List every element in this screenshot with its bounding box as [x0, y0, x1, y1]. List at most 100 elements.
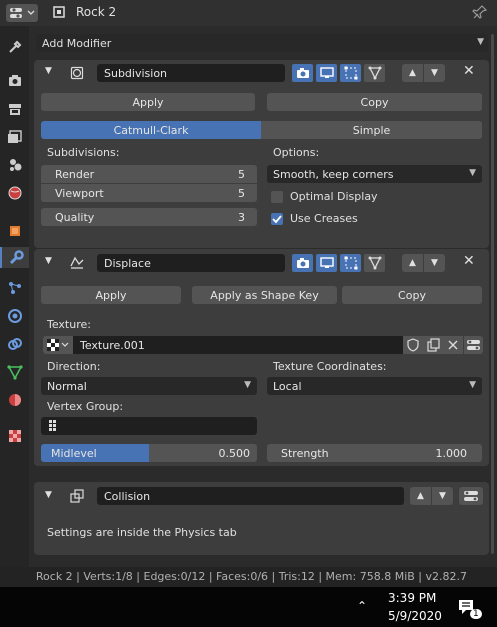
- tab-view-layer[interactable]: [4, 126, 25, 147]
- add-modifier-dropdown[interactable]: Add Modifier ▼: [36, 34, 488, 52]
- texture-properties-button[interactable]: [464, 336, 483, 354]
- strength-value: 1.000: [435, 447, 468, 460]
- arrow-down-icon: ▼: [431, 68, 438, 78]
- fake-user-button[interactable]: [403, 336, 423, 354]
- collision-settings-button[interactable]: [459, 487, 483, 505]
- physics-icon: [7, 308, 22, 323]
- subdivision-modifier-panel: ▼ Subdivision ▲ ▼ ✕ Apply Copy Catmull-C…: [34, 60, 489, 248]
- modifier-name-field[interactable]: Subdivision: [97, 64, 285, 82]
- clock-date[interactable]: 5/9/2020: [388, 609, 442, 623]
- material-icon: [8, 393, 21, 406]
- clock-time[interactable]: 3:39 PM: [388, 591, 436, 605]
- uv-smooth-dropdown[interactable]: Smooth, keep corners ▼: [267, 165, 482, 183]
- strength-field[interactable]: Strength 1.000: [267, 444, 482, 462]
- displace-modifier-icon: [70, 256, 84, 269]
- move-up-button[interactable]: ▲: [410, 487, 431, 505]
- tab-data[interactable]: [4, 361, 25, 382]
- tab-object[interactable]: [4, 220, 25, 241]
- apply-shape-key-label: Apply as Shape Key: [210, 288, 319, 302]
- modifier-name-field[interactable]: Displace: [97, 254, 285, 272]
- modifier-name-field[interactable]: Collision: [97, 487, 404, 505]
- checkmark-icon: [272, 215, 282, 224]
- quality-value: 3: [238, 211, 245, 224]
- apply-button[interactable]: Apply: [41, 286, 181, 304]
- object-name: Rock 2: [76, 5, 117, 19]
- tab-constraints[interactable]: [4, 333, 25, 354]
- show-in-editmode-toggle[interactable]: [340, 254, 361, 272]
- subdivision-modifier-icon: [70, 66, 84, 80]
- vertex-group-icon: [49, 420, 56, 431]
- tab-world[interactable]: [4, 182, 25, 203]
- pin-icon[interactable]: [472, 4, 488, 20]
- modifier-properties: Add Modifier ▼ ▼ Subdivision ▲ ▼ ✕ Apply…: [29, 26, 497, 567]
- show-hidden-icons-chevron-icon[interactable]: ⌃: [357, 599, 367, 613]
- direction-value: Normal: [47, 379, 87, 393]
- apply-as-shape-key-button[interactable]: Apply as Shape Key: [192, 286, 337, 304]
- tab-material[interactable]: [4, 389, 25, 410]
- show-in-render-toggle[interactable]: [292, 64, 313, 82]
- show-in-editmode-toggle[interactable]: [340, 64, 361, 82]
- texture-browse-button[interactable]: [43, 336, 73, 354]
- direction-label: Direction:: [47, 360, 101, 373]
- close-icon[interactable]: ✕: [463, 253, 475, 269]
- collapse-arrow-icon[interactable]: ▼: [45, 490, 52, 500]
- midlevel-value: 0.500: [218, 447, 251, 460]
- camera-icon: [296, 68, 309, 78]
- copy-button[interactable]: Copy: [342, 286, 482, 304]
- world-icon: [8, 186, 21, 199]
- render-levels-field[interactable]: Render 5: [41, 165, 257, 183]
- tab-output[interactable]: [4, 98, 25, 119]
- tab-particles[interactable]: [4, 277, 25, 298]
- move-down-button[interactable]: ▼: [432, 487, 453, 505]
- viewport-levels-field[interactable]: Viewport 5: [41, 184, 257, 202]
- show-in-viewport-toggle[interactable]: [316, 254, 337, 272]
- arrow-up-icon: ▲: [409, 258, 416, 268]
- on-cage-toggle[interactable]: [364, 64, 385, 82]
- texture-coordinates-value: Local: [273, 379, 302, 393]
- move-up-button[interactable]: ▲: [402, 254, 423, 272]
- tab-catmull-clark[interactable]: Catmull-Clark: [41, 121, 261, 139]
- midlevel-slider[interactable]: Midlevel 0.500: [41, 444, 257, 462]
- optimal-display-checkbox[interactable]: [271, 191, 283, 203]
- texture-coordinates-dropdown[interactable]: Local ▼: [267, 377, 482, 395]
- tab-physics[interactable]: [4, 305, 25, 326]
- quality-field[interactable]: Quality 3: [41, 208, 257, 226]
- scrollbar[interactable]: [491, 34, 494, 554]
- collapse-arrow-icon[interactable]: ▼: [45, 256, 52, 266]
- displace-header: ▼ Displace ▲ ▼ ✕: [34, 249, 489, 275]
- view-layer-icon: [7, 129, 22, 143]
- show-in-render-toggle[interactable]: [292, 254, 313, 272]
- show-in-viewport-toggle[interactable]: [316, 64, 337, 82]
- checker-texture-icon: [47, 339, 69, 351]
- use-creases-checkbox[interactable]: [271, 213, 283, 225]
- tab-simple[interactable]: Simple: [261, 121, 482, 139]
- direction-dropdown[interactable]: Normal ▼: [41, 377, 257, 395]
- particles-icon: [8, 281, 21, 294]
- duplicate-texture-button[interactable]: [423, 336, 443, 354]
- toggles-icon: [467, 340, 480, 350]
- collapse-arrow-icon[interactable]: ▼: [45, 66, 52, 76]
- move-down-button[interactable]: ▼: [424, 64, 445, 82]
- on-cage-toggle[interactable]: [364, 254, 385, 272]
- texture-name-field[interactable]: Texture.001: [73, 336, 403, 354]
- render-value: 5: [238, 168, 245, 181]
- viewport-value: 5: [238, 187, 245, 200]
- vertex-group-field[interactable]: [41, 417, 257, 435]
- unlink-texture-button[interactable]: [443, 336, 463, 354]
- chevron-down-icon: ▼: [469, 380, 476, 390]
- editmode-icon: [344, 256, 357, 270]
- x-icon: [448, 340, 458, 350]
- move-up-button[interactable]: ▲: [402, 64, 423, 82]
- editor-type-button[interactable]: [6, 4, 38, 22]
- options-label: Options:: [273, 146, 320, 159]
- move-down-button[interactable]: ▼: [424, 254, 445, 272]
- tab-scene[interactable]: [4, 154, 25, 175]
- apply-button[interactable]: Apply: [41, 93, 255, 111]
- copy-button[interactable]: Copy: [267, 93, 482, 111]
- tab-tool[interactable]: [4, 36, 25, 57]
- tab-modifiers[interactable]: [0, 247, 29, 268]
- close-icon[interactable]: ✕: [463, 63, 475, 79]
- tab-render[interactable]: [4, 70, 25, 91]
- tab-texture[interactable]: [4, 425, 25, 446]
- toggles-icon: [464, 491, 478, 501]
